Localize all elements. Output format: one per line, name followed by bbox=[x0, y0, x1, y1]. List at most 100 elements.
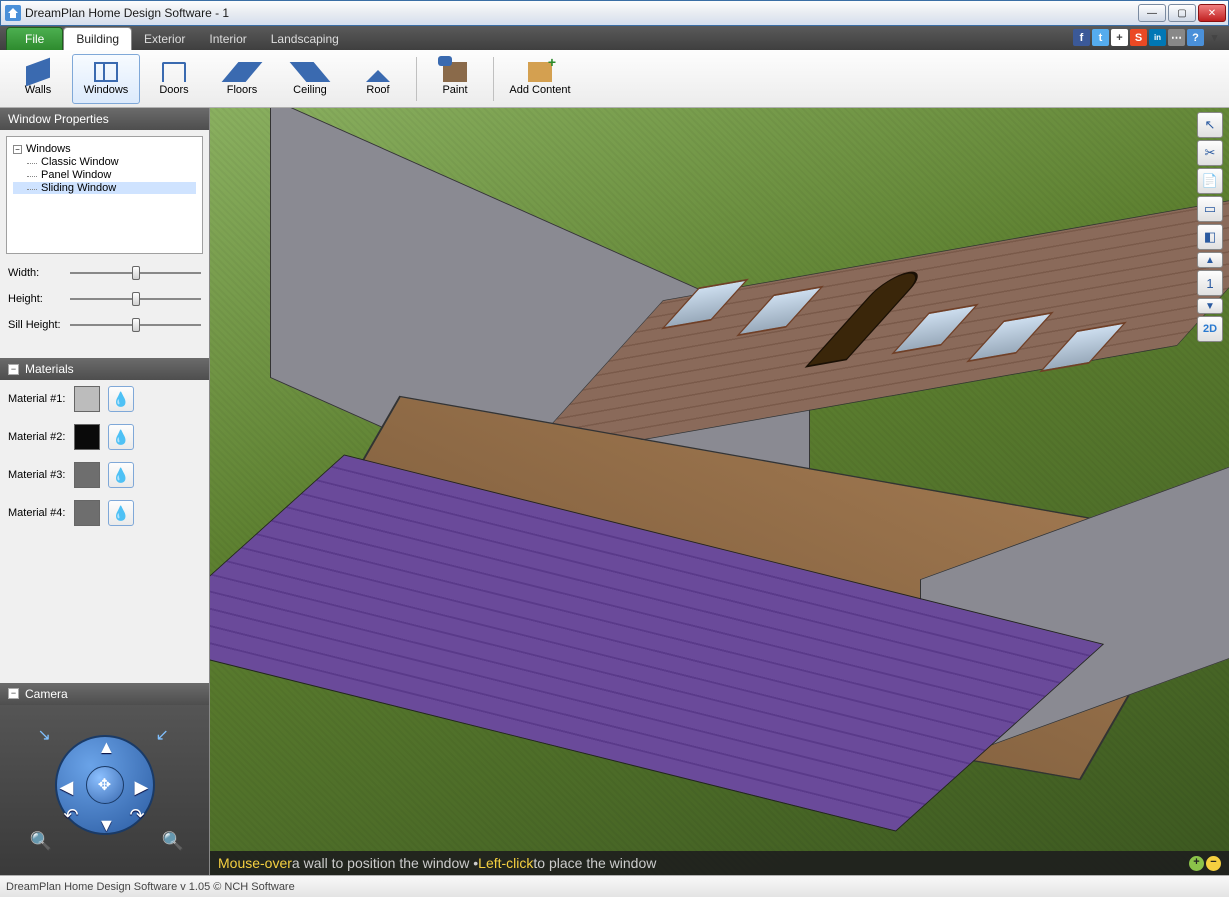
properties-header: Window Properties bbox=[0, 108, 209, 130]
tab-landscaping[interactable]: Landscaping bbox=[259, 28, 351, 50]
maximize-button[interactable]: ▢ bbox=[1168, 4, 1196, 22]
wall-icon bbox=[26, 57, 50, 86]
toolbar-separator bbox=[493, 57, 494, 101]
camera-up-arrow[interactable]: ▲ bbox=[98, 737, 116, 758]
materials-collapse-icon[interactable]: − bbox=[8, 364, 19, 375]
material-picker-2[interactable]: 💧 bbox=[108, 424, 134, 450]
doors-button[interactable]: Doors bbox=[140, 54, 208, 104]
zoom-out-button[interactable]: 🔍 bbox=[30, 831, 52, 852]
hint-text-2: to place the window bbox=[533, 855, 656, 871]
window-type-tree[interactable]: −Windows Classic Window Panel Window Sli… bbox=[6, 136, 203, 254]
windows-button[interactable]: Windows bbox=[72, 54, 140, 104]
paint-button[interactable]: Paint bbox=[421, 54, 489, 104]
app-icon bbox=[5, 5, 21, 21]
paint-label: Paint bbox=[442, 84, 467, 96]
roof-label: Roof bbox=[366, 84, 389, 96]
window-title: DreamPlan Home Design Software - 1 bbox=[25, 6, 1138, 20]
hint-zoom-in[interactable]: + bbox=[1189, 856, 1204, 871]
story-down-button[interactable]: ▼ bbox=[1197, 298, 1223, 314]
material-row-1: Material #1: 💧 bbox=[0, 380, 209, 418]
roof-icon bbox=[366, 62, 390, 82]
floors-label: Floors bbox=[227, 84, 258, 96]
twitter-icon[interactable]: t bbox=[1092, 29, 1109, 46]
properties-title: Window Properties bbox=[8, 112, 109, 126]
floor-icon bbox=[222, 62, 263, 82]
add-content-button[interactable]: Add Content bbox=[498, 54, 582, 104]
tree-collapse-icon[interactable]: − bbox=[13, 145, 22, 154]
story-up-button[interactable]: ▲ bbox=[1197, 252, 1223, 268]
help-icon[interactable]: ? bbox=[1187, 29, 1204, 46]
floors-button[interactable]: Floors bbox=[208, 54, 276, 104]
walls-button[interactable]: Walls bbox=[4, 54, 72, 104]
linkedin-icon[interactable]: in bbox=[1149, 29, 1166, 46]
material-swatch-1[interactable] bbox=[74, 386, 100, 412]
material-swatch-2[interactable] bbox=[74, 424, 100, 450]
camera-title: Camera bbox=[25, 687, 68, 701]
roof-button[interactable]: Roof bbox=[344, 54, 412, 104]
tree-item-classic[interactable]: Classic Window bbox=[13, 156, 196, 168]
tab-exterior[interactable]: Exterior bbox=[132, 28, 197, 50]
social-icons: ft+Sin⋯?▾ bbox=[1073, 29, 1223, 46]
plane-tool[interactable]: ▭ bbox=[1197, 196, 1223, 222]
door-icon bbox=[162, 62, 186, 82]
tab-file[interactable]: File bbox=[6, 27, 63, 50]
facebook-icon[interactable]: f bbox=[1073, 29, 1090, 46]
material-picker-3[interactable]: 💧 bbox=[108, 462, 134, 488]
add-content-icon bbox=[528, 62, 552, 82]
sill-height-label: Sill Height: bbox=[8, 319, 64, 331]
hint-highlight-2: Left-click bbox=[478, 855, 533, 871]
camera-collapse-icon[interactable]: − bbox=[8, 688, 19, 699]
tree-root-label[interactable]: Windows bbox=[26, 143, 71, 155]
width-label: Width: bbox=[8, 267, 64, 279]
story-indicator[interactable]: 1 bbox=[1197, 270, 1223, 296]
zoom-in-button[interactable]: 🔍 bbox=[162, 831, 184, 852]
more-icon[interactable]: ⋯ bbox=[1168, 29, 1185, 46]
ceiling-label: Ceiling bbox=[293, 84, 327, 96]
ceiling-button[interactable]: Ceiling bbox=[276, 54, 344, 104]
material-picker-1[interactable]: 💧 bbox=[108, 386, 134, 412]
3d-viewport[interactable]: ↖ ✂ 📄 ▭ ◧ ▲ 1 ▼ 2D Mouse-over a wall to … bbox=[210, 108, 1229, 875]
toolbar-separator bbox=[416, 57, 417, 101]
help-dropdown-icon[interactable]: ▾ bbox=[1206, 29, 1223, 46]
cut-tool[interactable]: ✂ bbox=[1197, 140, 1223, 166]
material-picker-4[interactable]: 💧 bbox=[108, 500, 134, 526]
material-swatch-4[interactable] bbox=[74, 500, 100, 526]
tab-building[interactable]: Building bbox=[63, 27, 132, 50]
hint-zoom-out[interactable]: − bbox=[1206, 856, 1221, 871]
select-tool[interactable]: ↖ bbox=[1197, 112, 1223, 138]
material-label-4: Material #4: bbox=[8, 507, 66, 519]
material-row-4: Material #4: 💧 bbox=[0, 494, 209, 532]
materials-header: − Materials bbox=[0, 358, 209, 380]
copy-tool[interactable]: 📄 bbox=[1197, 168, 1223, 194]
google-plus-icon[interactable]: + bbox=[1111, 29, 1128, 46]
camera-tilt-up-left[interactable]: ↘ bbox=[38, 725, 51, 745]
tree-item-panel[interactable]: Panel Window bbox=[13, 169, 196, 181]
camera-left-arrow[interactable]: ◀ bbox=[60, 777, 74, 798]
close-button[interactable]: ✕ bbox=[1198, 4, 1226, 22]
camera-pad: ✥ ▲ ▼ ◀ ▶ ↶ ↷ ↘ ↙ 🔍 🔍 bbox=[0, 705, 209, 876]
sill-height-slider[interactable] bbox=[70, 316, 201, 334]
material-row-3: Material #3:💧 bbox=[0, 456, 209, 494]
tab-interior[interactable]: Interior bbox=[197, 28, 258, 50]
view-2d-button[interactable]: 2D bbox=[1197, 316, 1223, 342]
toolbar: Walls Windows Doors Floors Ceiling Roof … bbox=[0, 50, 1229, 108]
tree-item-sliding[interactable]: Sliding Window bbox=[13, 182, 196, 194]
height-label: Height: bbox=[8, 293, 64, 305]
material-label-1: Material #1: bbox=[8, 393, 66, 405]
solid-tool[interactable]: ◧ bbox=[1197, 224, 1223, 250]
camera-rotate-right[interactable]: ↷ bbox=[130, 805, 145, 826]
camera-down-arrow[interactable]: ▼ bbox=[98, 815, 116, 836]
width-slider[interactable] bbox=[70, 264, 201, 282]
camera-rotate-left[interactable]: ↶ bbox=[64, 805, 79, 826]
height-slider[interactable] bbox=[70, 290, 201, 308]
camera-tilt-up-right[interactable]: ↙ bbox=[156, 725, 169, 745]
material-swatch-3[interactable] bbox=[74, 462, 100, 488]
stumbleupon-icon[interactable]: S bbox=[1130, 29, 1147, 46]
hint-bar: Mouse-over a wall to position the window… bbox=[210, 851, 1229, 875]
camera-pan-button[interactable]: ✥ bbox=[86, 766, 124, 804]
paint-icon bbox=[443, 62, 467, 82]
windows-label: Windows bbox=[84, 84, 129, 96]
minimize-button[interactable]: — bbox=[1138, 4, 1166, 22]
camera-right-arrow[interactable]: ▶ bbox=[135, 777, 149, 798]
add-content-label: Add Content bbox=[509, 84, 570, 96]
